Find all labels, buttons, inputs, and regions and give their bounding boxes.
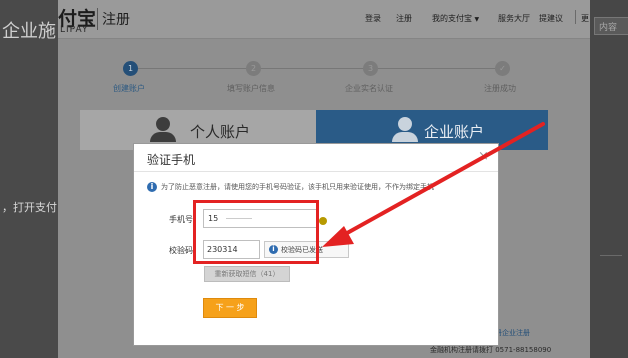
hotline-text: 金融机构注册请拨打 0571-88158090 <box>430 346 552 354</box>
nav-feedback-link[interactable]: 提建议 <box>539 13 563 24</box>
annotation-arrow-icon <box>322 122 545 247</box>
nav-more-link[interactable]: 更 <box>581 13 589 24</box>
enterprise-register-link[interactable]: 册企业注册 <box>495 328 530 338</box>
phone-label: 手机号 <box>169 215 193 224</box>
nav-register-link[interactable]: 注册 <box>396 13 412 24</box>
top-bar: 付宝 LIPAY 注册 登录 注册 我的支付宝 ▼ 服务大厅 提建议 更 <box>58 0 590 39</box>
step-3-marker: 3 <box>363 61 378 76</box>
dialog-title: 验证手机 <box>147 153 196 167</box>
user-icon <box>156 117 170 131</box>
outer-left-title: 企业施 <box>2 21 56 42</box>
tab-personal-label: 个人账户 <box>190 123 251 141</box>
step-2-label: 填写账户信息 <box>227 84 275 93</box>
info-icon: i <box>147 182 157 192</box>
step-4-check-icon: ✓ <box>495 61 510 76</box>
outer-search-text: 内容 <box>599 23 618 33</box>
code-label: 校验码 <box>169 246 193 255</box>
step-1-marker: 1 <box>123 61 138 76</box>
next-step-button[interactable]: 下 一 步 <box>203 298 257 318</box>
page-title: 注册 <box>102 12 130 28</box>
outer-left-text: ，打开支付 <box>2 201 57 214</box>
user-icon-body <box>150 132 176 142</box>
outer-left-strip: 企业施 ，打开支付 <box>0 0 58 358</box>
step-connector-2 <box>261 68 363 69</box>
nav-my-alipay-label: 我的支付宝 <box>432 14 472 23</box>
step-3-label: 企业实名认证 <box>345 84 393 93</box>
step-1-label: 创建账户 <box>113 84 145 93</box>
annotation-highlight-box <box>193 200 319 264</box>
step-connector-3 <box>378 68 495 69</box>
outer-search-box: 内容 <box>594 17 628 35</box>
logo-divider <box>97 8 98 30</box>
chevron-down-icon: ▼ <box>474 16 480 23</box>
alipay-logo-sub: LIPAY <box>60 25 89 35</box>
outer-divider <box>600 255 622 256</box>
outer-right-strip: 内容 <box>590 0 628 358</box>
nav-login-link[interactable]: 登录 <box>365 13 381 24</box>
nav-divider <box>575 10 576 24</box>
resend-sms-button[interactable]: 重新获取短信（41） <box>204 266 290 282</box>
step-2-marker: 2 <box>246 61 261 76</box>
step-connector-1 <box>138 68 246 69</box>
nav-service-hall-link[interactable]: 服务大厅 <box>498 13 530 24</box>
step-4-label: 注册成功 <box>484 84 516 93</box>
nav-my-alipay-menu[interactable]: 我的支付宝 ▼ <box>432 13 479 24</box>
